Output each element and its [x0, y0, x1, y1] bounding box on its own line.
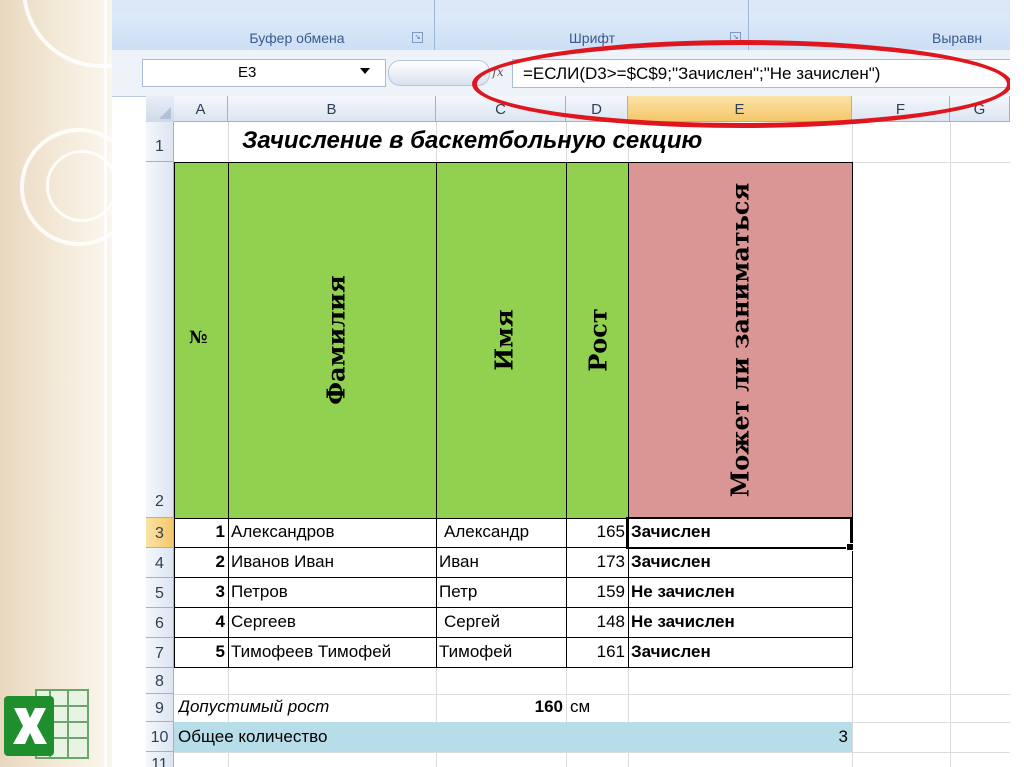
header-allowed-label: Может ли заниматься [725, 182, 755, 498]
cell-height[interactable]: 165 [566, 518, 629, 548]
gridline [174, 694, 1010, 695]
annotation-circle [472, 40, 1010, 128]
decorative-ring [46, 150, 112, 222]
cell-name[interactable]: Сергей [436, 608, 567, 638]
fill-handle[interactable] [846, 543, 854, 551]
cell-surname[interactable]: Тимофеев Тимофей [228, 638, 437, 668]
total-value[interactable]: 3 [712, 727, 848, 747]
cell-height[interactable]: 173 [566, 548, 629, 578]
cell-num[interactable]: 2 [174, 548, 229, 578]
ribbon-tools-cutoff [112, 0, 1010, 14]
ribbon: Буфер обмена ↘ Шрифт ↘ Выравн [112, 0, 1010, 50]
cell-name[interactable]: Петр [436, 578, 567, 608]
cell-num[interactable]: 1 [174, 518, 229, 548]
ribbon-separator [434, 0, 435, 50]
sheet-title: Зачисление в баскетбольную секцию [242, 127, 703, 154]
total-label[interactable]: Общее количество [178, 727, 327, 747]
cell-surname[interactable]: Александров [228, 518, 437, 548]
header-surname-label: Фамилия [321, 275, 351, 405]
cell-surname[interactable]: Петров [228, 578, 437, 608]
column-header-b[interactable]: B [228, 96, 436, 122]
cell-name[interactable]: Александр [436, 518, 567, 548]
cell-name[interactable]: Тимофей [436, 638, 567, 668]
row-header-5[interactable]: 5 [146, 578, 174, 608]
cell-height[interactable]: 159 [566, 578, 629, 608]
excel-window: Буфер обмена ↘ Шрифт ↘ Выравн E3 fx =ЕСЛ… [112, 0, 1010, 767]
allowed-height-label[interactable]: Допустимый рост [178, 697, 329, 717]
select-all-button[interactable] [146, 96, 175, 123]
excel-logo-icon [4, 689, 89, 759]
gridline [174, 752, 1010, 753]
cell-num[interactable]: 4 [174, 608, 229, 638]
cell-num[interactable]: 3 [174, 578, 229, 608]
column-header-a[interactable]: A [174, 96, 228, 122]
cell-status[interactable]: Не зачислен [628, 578, 853, 608]
row-header-1[interactable]: 1 [146, 122, 174, 162]
row-header-4[interactable]: 4 [146, 548, 174, 578]
decorative-ring [22, 0, 112, 68]
cell-name[interactable]: Иван [436, 548, 567, 578]
clipboard-launcher-icon[interactable]: ↘ [412, 32, 423, 43]
cell-status[interactable]: Зачислен [628, 638, 853, 668]
header-num-label: № [189, 328, 208, 348]
gridline [950, 122, 951, 767]
cell-height[interactable]: 161 [566, 638, 629, 668]
ribbon-group-alignment: Выравн [932, 30, 983, 46]
cell-status[interactable]: Не зачислен [628, 608, 853, 638]
name-box[interactable]: E3 [142, 59, 386, 87]
row-header-2[interactable]: 2 [146, 162, 174, 518]
slide-margin [1010, 0, 1024, 767]
decorative-line [104, 0, 107, 767]
header-name-label: Имя [489, 309, 519, 371]
cell-surname[interactable]: Иванов Иван [228, 548, 437, 578]
active-cell-border [626, 517, 852, 549]
row-header-9[interactable]: 9 [146, 694, 174, 722]
row-header-3[interactable]: 3 [146, 518, 174, 548]
cell-surname[interactable]: Сергеев [228, 608, 437, 638]
allowed-height-value[interactable]: 160 [436, 697, 563, 717]
chevron-down-icon[interactable] [360, 68, 370, 74]
allowed-height-unit[interactable]: см [570, 697, 590, 717]
row-header-11[interactable]: 11 [146, 752, 174, 767]
row-header-7[interactable]: 7 [146, 638, 174, 668]
cell-status[interactable]: Зачислен [628, 548, 853, 578]
row-header-6[interactable]: 6 [146, 608, 174, 638]
row-header-8[interactable]: 8 [146, 668, 174, 694]
cell-num[interactable]: 5 [174, 638, 229, 668]
header-height-label: Рост [583, 308, 613, 372]
row-header-10[interactable]: 10 [146, 722, 174, 752]
slide-background [0, 0, 112, 767]
ribbon-group-clipboard: Буфер обмена [249, 30, 345, 46]
cell-height[interactable]: 148 [566, 608, 629, 638]
